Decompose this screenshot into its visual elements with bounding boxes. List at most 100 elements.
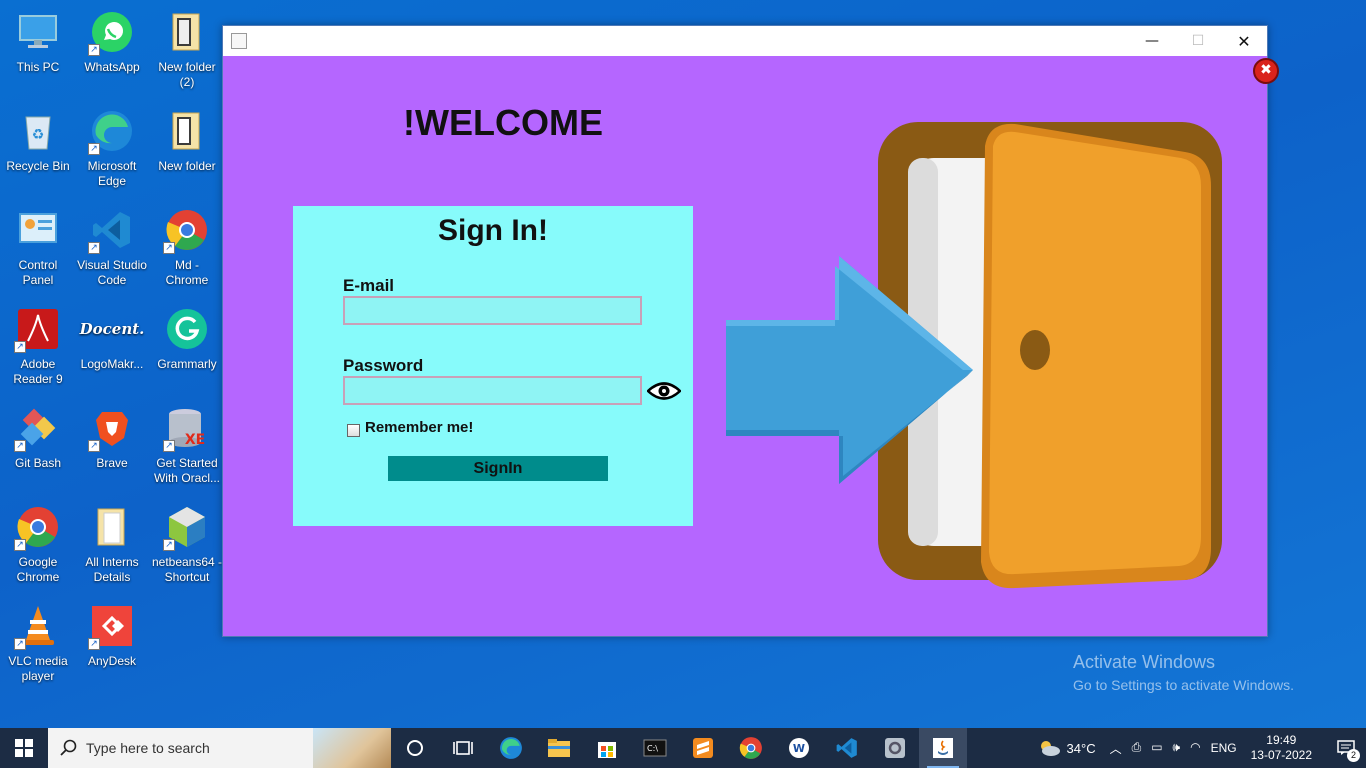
folder-icon bbox=[163, 8, 211, 56]
netbeans-icon: ↗ bbox=[163, 503, 211, 551]
shortcut-arrow-icon: ↗ bbox=[163, 539, 175, 551]
taskbar-sublime[interactable] bbox=[679, 728, 727, 768]
weather-widget[interactable]: 34°C bbox=[1037, 739, 1096, 757]
desktop-icon-label: netbeans64 - Shortcut bbox=[151, 555, 223, 584]
desktop-icon-new-folder-2[interactable]: New folder (2) bbox=[149, 8, 225, 100]
windows-logo-icon bbox=[15, 739, 33, 757]
desktop-icon-label: Google Chrome bbox=[16, 555, 60, 584]
close-circle-icon[interactable]: ✖ bbox=[1253, 58, 1279, 84]
folder-icon bbox=[163, 107, 211, 155]
desktop-icon-logomakr[interactable]: Docent. LogoMakr... bbox=[74, 305, 150, 397]
email-label: E-mail bbox=[343, 276, 395, 295]
search-icon bbox=[60, 739, 77, 756]
desktop-icon-anydesk[interactable]: ↗ AnyDesk bbox=[74, 602, 150, 694]
show-password-eye-icon[interactable] bbox=[647, 380, 681, 402]
maximize-button[interactable]: ☐ bbox=[1175, 26, 1221, 56]
system-icons: ︿ ⎙ ▭ 🕪 ◠ bbox=[1110, 740, 1201, 757]
shortcut-arrow-icon: ↗ bbox=[88, 143, 100, 155]
start-button[interactable] bbox=[0, 728, 48, 768]
signin-title: Sign In! bbox=[438, 214, 548, 247]
taskbar-search-box[interactable]: Type here to search bbox=[48, 728, 391, 768]
desktop-icon-this-pc[interactable]: This PC bbox=[0, 8, 76, 100]
folder-icon bbox=[88, 503, 136, 551]
window-titlebar[interactable]: — ☐ ✕ bbox=[223, 26, 1267, 56]
desktop-icon-label: Md - Chrome bbox=[165, 258, 209, 287]
shortcut-arrow-icon: ↗ bbox=[88, 440, 100, 452]
desktop-icon-recycle-bin[interactable]: ♻ Recycle Bin bbox=[0, 107, 76, 199]
chrome-icon bbox=[739, 737, 762, 759]
desktop-icon-label: VLC media player bbox=[8, 654, 68, 683]
clock-date: 13-07-2022 bbox=[1250, 748, 1312, 762]
cortana-button[interactable] bbox=[391, 728, 439, 768]
minimize-button[interactable]: — bbox=[1129, 26, 1175, 56]
gear-icon bbox=[885, 738, 905, 758]
clock-time: 19:49 bbox=[1266, 733, 1297, 747]
meet-now-icon[interactable]: ⎙ bbox=[1132, 740, 1142, 757]
weather-cloud-icon bbox=[1040, 741, 1060, 756]
desktop-icon-vscode[interactable]: ↗ Visual Studio Code bbox=[74, 206, 150, 298]
taskbar-vscode[interactable] bbox=[823, 728, 871, 768]
shortcut-arrow-icon: ↗ bbox=[88, 242, 100, 254]
app-content: !WELCOME ✖ Sign In! E-mail Password Reme… bbox=[223, 56, 1279, 636]
task-view-button[interactable] bbox=[439, 728, 487, 768]
desktop-icon-adobe-reader[interactable]: ↗ Adobe Reader 9 bbox=[0, 305, 76, 397]
shortcut-arrow-icon: ↗ bbox=[163, 242, 175, 254]
desktop-icon-md-chrome[interactable]: ↗ Md - Chrome bbox=[149, 206, 225, 298]
activate-subtitle: Go to Settings to activate Windows. bbox=[1073, 677, 1294, 693]
desktop-icon-label: Microsoft Edge bbox=[87, 159, 137, 188]
desktop-icon-oracle[interactable]: XE ↗ Get Started With Oracl... bbox=[149, 404, 225, 496]
taskbar-settings[interactable] bbox=[871, 728, 919, 768]
shortcut-arrow-icon: ↗ bbox=[14, 539, 26, 551]
shortcut-arrow-icon: ↗ bbox=[14, 638, 26, 650]
shortcut-arrow-icon: ↗ bbox=[163, 440, 175, 452]
taskbar-file-explorer[interactable] bbox=[535, 728, 583, 768]
desktop-icon-label: New folder (2) bbox=[158, 60, 216, 89]
language-indicator[interactable]: ENG bbox=[1211, 741, 1237, 755]
desktop-icon-control-panel[interactable]: Control Panel bbox=[0, 206, 76, 298]
desktop-icon-label: Git Bash bbox=[14, 456, 62, 470]
task-view-icon bbox=[453, 741, 473, 755]
taskbar-terminal[interactable]: C:\ bbox=[631, 728, 679, 768]
taskbar-store[interactable] bbox=[583, 728, 631, 768]
desktop-icon-all-interns-details[interactable]: All Interns Details bbox=[74, 503, 150, 595]
activate-title: Activate Windows bbox=[1073, 652, 1216, 672]
signin-button[interactable]: SignIn bbox=[388, 456, 608, 481]
logomakr-icon: Docent. bbox=[80, 305, 145, 353]
app-w-icon: W bbox=[789, 738, 809, 758]
activate-windows-watermark: Activate Windows Go to Settings to activ… bbox=[1073, 652, 1294, 693]
svg-text:♻: ♻ bbox=[32, 127, 45, 143]
close-button[interactable]: ✕ bbox=[1221, 26, 1267, 56]
desktop-icon-new-folder[interactable]: New folder bbox=[149, 107, 225, 199]
shortcut-arrow-icon: ↗ bbox=[14, 440, 26, 452]
wifi-icon[interactable]: ◠ bbox=[1190, 740, 1200, 757]
svg-text:XE: XE bbox=[185, 432, 205, 448]
chevron-up-icon[interactable]: ︿ bbox=[1110, 740, 1122, 757]
shortcut-arrow-icon: ↗ bbox=[14, 341, 26, 353]
desktop-icon-netbeans[interactable]: ↗ netbeans64 - Shortcut bbox=[149, 503, 225, 595]
remember-me-checkbox[interactable] bbox=[347, 424, 360, 437]
desktop-icon-vlc[interactable]: ↗ VLC media player bbox=[0, 602, 76, 694]
desktop-icon-google-chrome[interactable]: ↗ Google Chrome bbox=[0, 503, 76, 595]
desktop-icon-whatsapp[interactable]: ↗ WhatsApp bbox=[74, 8, 150, 100]
taskbar-java-app[interactable] bbox=[919, 728, 967, 768]
desktop-icon-grammarly[interactable]: Grammarly bbox=[149, 305, 225, 397]
taskbar-edge[interactable] bbox=[487, 728, 535, 768]
vlc-cone-icon: ↗ bbox=[14, 602, 62, 650]
cortana-circle-icon bbox=[407, 740, 423, 756]
clock[interactable]: 19:49 13-07-2022 bbox=[1251, 733, 1312, 763]
anydesk-icon: ↗ bbox=[88, 602, 136, 650]
password-field[interactable] bbox=[343, 376, 642, 405]
taskbar-chrome[interactable] bbox=[727, 728, 775, 768]
desktop-icon-edge[interactable]: ↗ Microsoft Edge bbox=[74, 107, 150, 199]
desktop-icon-label: WhatsApp bbox=[84, 60, 140, 74]
email-field[interactable] bbox=[343, 296, 642, 325]
desktop-icon-git-bash[interactable]: ↗ Git Bash bbox=[0, 404, 76, 496]
volume-icon[interactable]: 🕪 bbox=[1173, 740, 1181, 757]
chrome-icon: ↗ bbox=[163, 206, 211, 254]
taskbar-word-app[interactable]: W bbox=[775, 728, 823, 768]
desktop-icon-label: All Interns Details bbox=[85, 555, 139, 584]
battery-icon[interactable]: ▭ bbox=[1151, 740, 1162, 757]
git-bash-icon: ↗ bbox=[14, 404, 62, 452]
desktop-icon-brave[interactable]: ↗ Brave bbox=[74, 404, 150, 496]
notification-center-button[interactable]: 2 bbox=[1326, 740, 1366, 762]
